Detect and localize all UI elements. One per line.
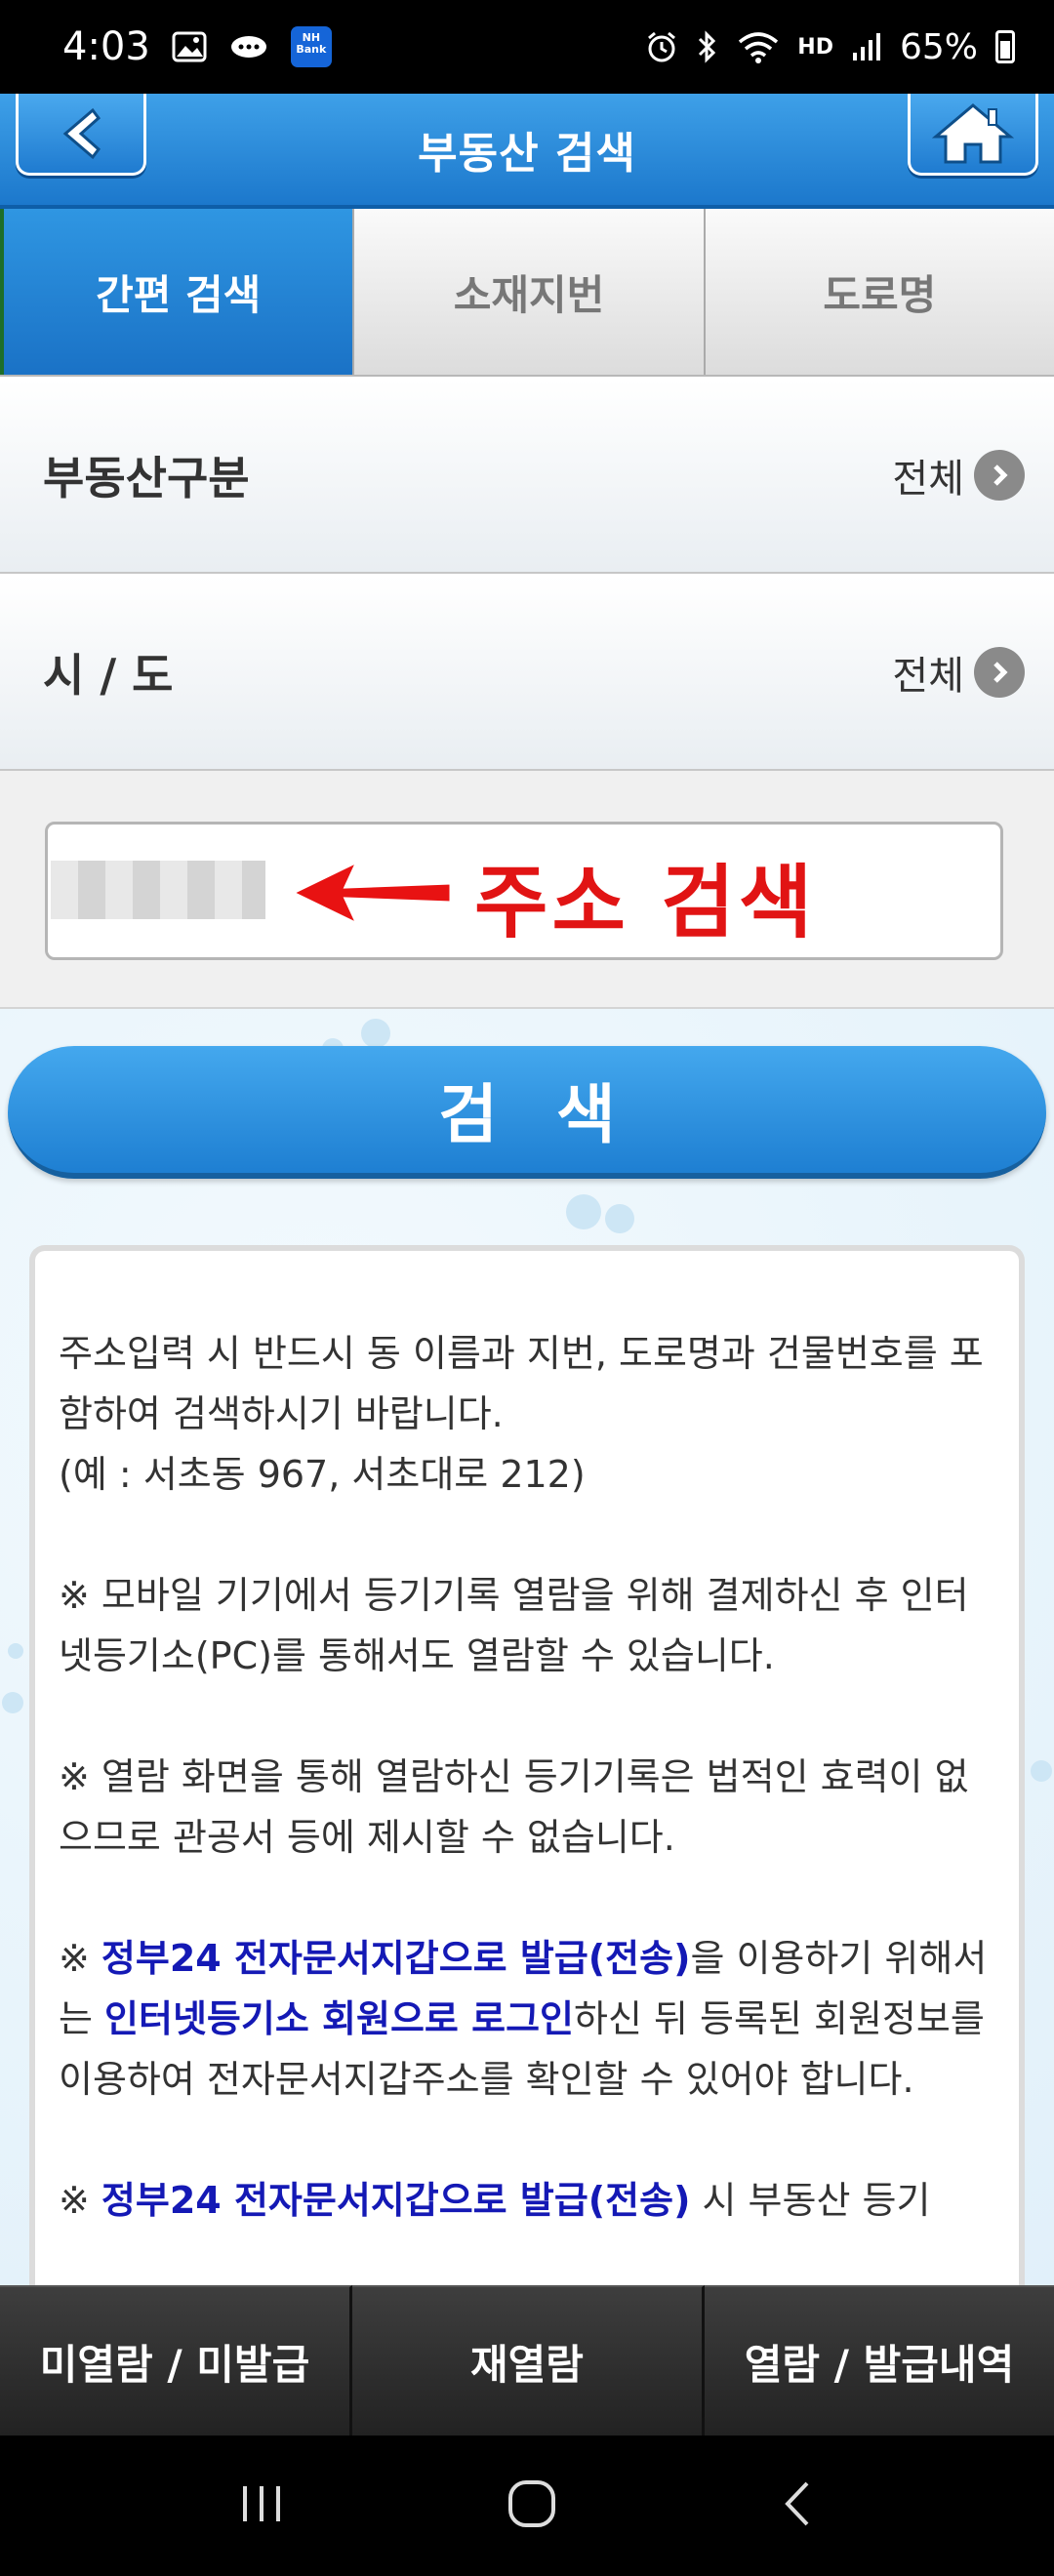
alarm-icon xyxy=(645,30,678,63)
info-paragraph-5: ※ 정부24 전자문서지갑으로 발급(전송) 시 부동산 등기 xyxy=(59,2179,931,2222)
login-highlight: 인터넷등기소 회원으로 로그인 xyxy=(104,1997,574,2040)
wifi-icon xyxy=(737,30,780,63)
tab-lot-address[interactable]: 소재지번 xyxy=(354,209,706,375)
region-row[interactable]: 시 / 도 전체 xyxy=(0,576,1054,771)
battery-percent: 65% xyxy=(899,26,978,67)
app-header: 부동산 검색 xyxy=(0,94,1054,209)
chevron-right-icon xyxy=(974,450,1025,501)
search-tabs: 간편 검색 소재지번 도로명 xyxy=(0,209,1054,377)
page-title: 부동산 검색 xyxy=(418,129,636,179)
property-type-row[interactable]: 부동산구분 전체 xyxy=(0,379,1054,574)
cloud-chat-icon xyxy=(228,31,269,62)
home-icon xyxy=(932,102,1014,163)
region-label: 시 / 도 xyxy=(43,649,174,702)
property-type-selected: 전체 xyxy=(892,457,964,502)
home-nav-icon[interactable] xyxy=(506,2477,558,2534)
status-time: 4:03 xyxy=(62,24,150,69)
property-type-value[interactable]: 전체 xyxy=(892,447,1025,503)
back-nav-icon[interactable] xyxy=(778,2477,817,2534)
gov24-highlight: 정부24 전자문서지갑으로 발급(전송) xyxy=(101,1937,691,1980)
chevron-right-icon xyxy=(974,647,1025,698)
gallery-icon xyxy=(172,31,207,62)
recent-apps-icon[interactable] xyxy=(237,2482,286,2529)
tab-road-name[interactable]: 도로명 xyxy=(705,209,1054,375)
blurred-input-text xyxy=(51,861,265,919)
nh-bank-icon: NH Bank xyxy=(290,26,332,67)
property-type-label: 부동산구분 xyxy=(43,452,250,504)
back-button[interactable] xyxy=(16,94,146,176)
home-button[interactable] xyxy=(908,94,1038,176)
info-paragraph-4: ※ 정부24 전자문서지갑으로 발급(전송)을 이용하기 위해서는 인터넷등기소… xyxy=(59,1937,988,2101)
info-paragraph-1: 주소입력 시 반드시 동 이름과 지번, 도로명과 건물번호를 포함하여 검색하… xyxy=(59,1332,984,1496)
signal-icon xyxy=(851,31,882,62)
bottom-tab-bar: 미열람 / 미발급 재열람 열람 / 발급내역 xyxy=(0,2285,1054,2435)
back-arrow-icon xyxy=(62,107,101,159)
status-bar: 4:03 NH Bank HD 65% xyxy=(0,0,1054,94)
battery-icon xyxy=(995,30,1015,63)
tab-unviewed-unissued[interactable]: 미열람 / 미발급 xyxy=(0,2285,352,2435)
region-value[interactable]: 전체 xyxy=(892,644,1025,701)
search-button[interactable]: 검색 xyxy=(8,1046,1046,1179)
hd-voice-label: HD xyxy=(797,34,833,60)
red-arrow-icon xyxy=(289,858,453,928)
region-selected: 전체 xyxy=(892,654,964,699)
info-panel: 주소입력 시 반드시 동 이름과 지번, 도로명과 건물번호를 포함하여 검색하… xyxy=(29,1245,1025,2318)
address-search-annotation: 주소 검색 xyxy=(474,857,817,949)
system-nav-bar xyxy=(0,2435,1054,2576)
bluetooth-icon xyxy=(696,29,719,64)
info-paragraph-3: ※ 열람 화면을 통해 열람하신 등기기록은 법적인 효력이 없으므로 관공서 … xyxy=(59,1755,969,1859)
tab-review[interactable]: 재열람 xyxy=(352,2285,705,2435)
tab-view-issue-history[interactable]: 열람 / 발급내역 xyxy=(705,2285,1054,2435)
info-paragraph-2: ※ 모바일 기기에서 등기기록 열람을 위해 결제하신 후 인터넷등기소(PC)… xyxy=(59,1574,969,1677)
gov24-highlight: 정부24 전자문서지갑으로 발급(전송) xyxy=(101,2179,691,2222)
tab-simple-search[interactable]: 간편 검색 xyxy=(0,209,355,375)
